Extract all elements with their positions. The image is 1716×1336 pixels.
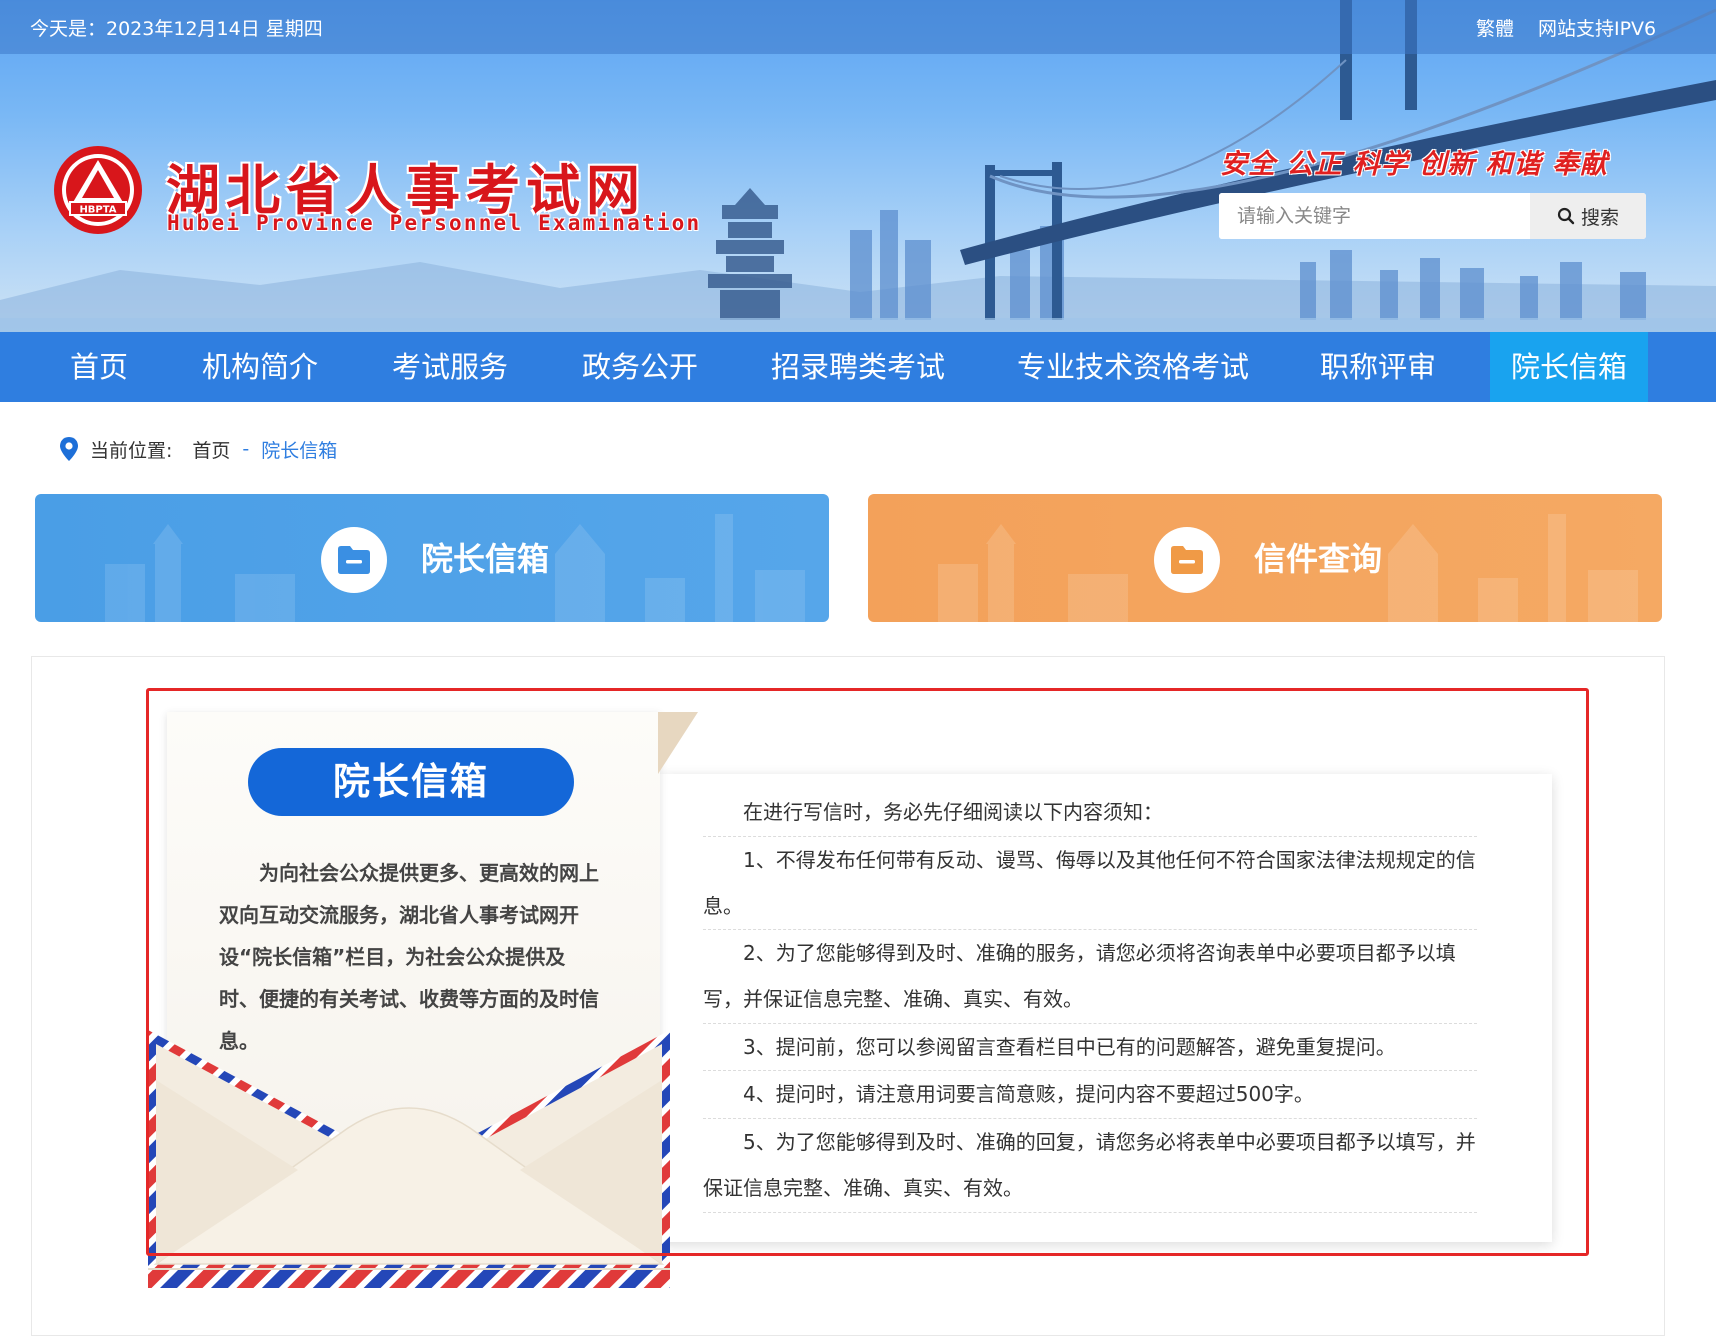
folder-icon xyxy=(1171,546,1203,574)
letter-query-label: 信件查询 xyxy=(1254,540,1383,578)
breadcrumb-separator: - xyxy=(242,438,250,460)
nav-item-director-mailbox[interactable]: 院长信箱 xyxy=(1490,332,1648,402)
nav-item-professional-qualification[interactable]: 专业技术资格考试 xyxy=(1000,332,1266,402)
mailbox-folder-icon-badge xyxy=(321,527,387,593)
search-button[interactable]: 搜索 xyxy=(1530,193,1646,239)
current-date: 今天是：2023年12月14日 星期四 xyxy=(30,18,323,40)
site-header: 今天是：2023年12月14日 星期四 繁體 网站支持IPV6 HBPTA 湖北… xyxy=(0,0,1716,332)
breadcrumb-current[interactable]: 院长信箱 xyxy=(261,436,337,463)
nav-item-government-affairs[interactable]: 政务公开 xyxy=(566,332,714,402)
hbpta-logo-icon: HBPTA xyxy=(54,146,142,234)
highlight-frame xyxy=(146,688,1589,1256)
nav-item-recruitment-exams[interactable]: 招录聘类考试 xyxy=(760,332,956,402)
nav-item-about[interactable]: 机构简介 xyxy=(186,332,334,402)
nav-item-home[interactable]: 首页 xyxy=(42,332,156,402)
traditional-chinese-link[interactable]: 繁體 xyxy=(1476,14,1514,41)
query-folder-icon-badge xyxy=(1154,527,1220,593)
letter-query-button[interactable]: 信件查询 xyxy=(868,494,1662,622)
ipv6-notice: 网站支持IPV6 xyxy=(1538,18,1657,40)
search-icon xyxy=(1557,207,1575,225)
top-bar: 今天是：2023年12月14日 星期四 繁體 网站支持IPV6 xyxy=(0,0,1716,54)
location-pin-icon xyxy=(60,437,78,461)
breadcrumb-home[interactable]: 首页 xyxy=(192,436,230,463)
main-nav: 首页 机构简介 考试服务 政务公开 招录聘类考试 专业技术资格考试 职称评审 院… xyxy=(0,332,1716,402)
search-button-label: 搜索 xyxy=(1580,206,1619,229)
search-box: 搜索 xyxy=(1219,193,1646,239)
breadcrumb-prefix: 当前位置: xyxy=(90,439,173,462)
breadcrumb: 当前位置: 首页 - 院长信箱 xyxy=(58,434,337,464)
nav-item-title-review[interactable]: 职称评审 xyxy=(1304,332,1452,402)
director-mailbox-button[interactable]: 院长信箱 xyxy=(35,494,829,622)
logo-text: HBPTA xyxy=(79,205,116,216)
site-subtitle: Hubei Province Personnel Examination xyxy=(167,211,702,235)
nav-item-exam-service[interactable]: 考试服务 xyxy=(376,332,524,402)
folder-icon xyxy=(338,546,370,574)
director-mailbox-label: 院长信箱 xyxy=(421,540,550,578)
site-slogan: 安全 公正 科学 创新 和谐 奉献 xyxy=(1220,149,1608,180)
search-input[interactable] xyxy=(1219,193,1530,239)
